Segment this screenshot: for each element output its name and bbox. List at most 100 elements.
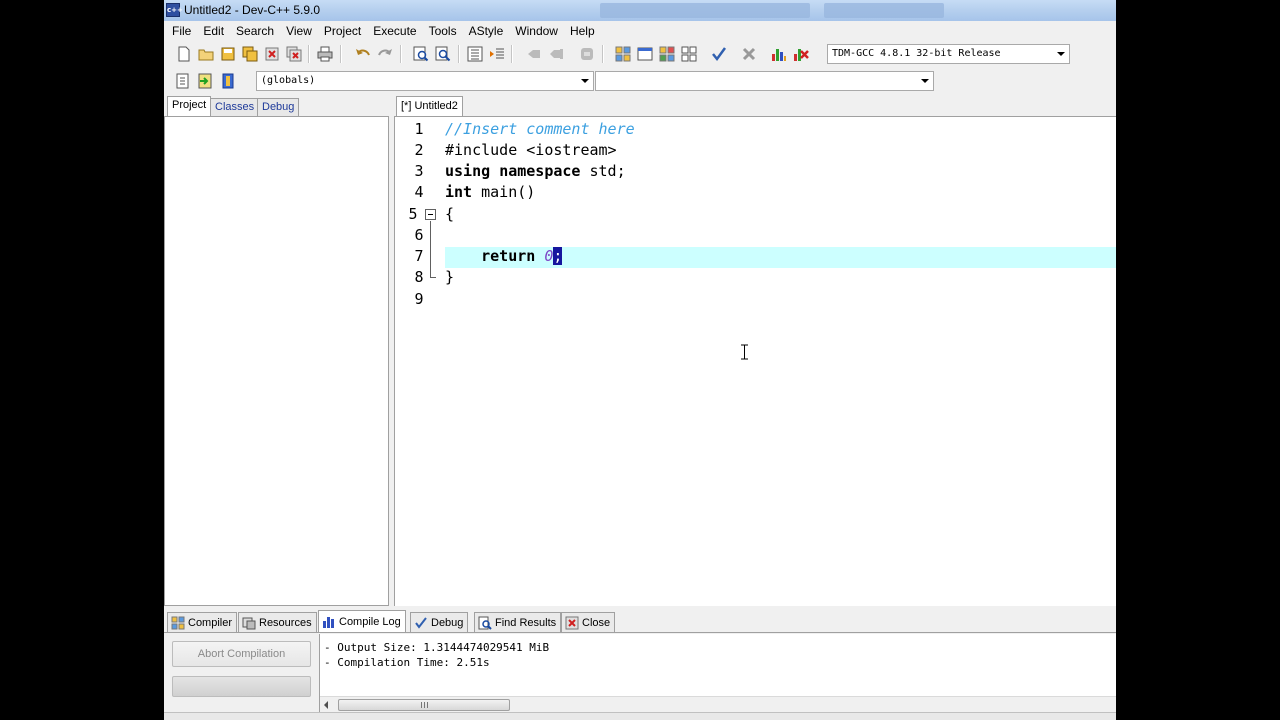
compiler-select-value: TDM-GCC 4.8.1 32-bit Release	[832, 48, 1001, 59]
tab-classes[interactable]: Classes	[210, 98, 260, 116]
menu-execute[interactable]: Execute	[368, 21, 423, 41]
code-keyword: int	[445, 183, 473, 201]
insert-button[interactable]	[173, 71, 193, 91]
replace-button[interactable]	[433, 44, 453, 64]
line-number: 1	[414, 120, 424, 138]
delete-profile-button[interactable]	[791, 44, 811, 64]
new-file-button[interactable]	[174, 44, 194, 64]
line-number: 9	[414, 290, 424, 308]
indent-button[interactable]	[465, 44, 485, 64]
undo-icon	[356, 49, 370, 56]
compile-log-output[interactable]: - Output Size: 1.3144474029541 MiB - Com…	[319, 634, 1116, 712]
code-line-4: int main()	[445, 182, 535, 203]
menu-edit[interactable]: Edit	[198, 21, 231, 41]
tab-compiler-label: Compiler	[188, 616, 233, 629]
tab-compiler[interactable]: Compiler	[167, 612, 238, 632]
open-folder-icon	[198, 49, 214, 61]
fold-collapse-icon[interactable]	[425, 209, 436, 220]
compile-run-icon	[659, 46, 675, 62]
abort-compilation-button[interactable]: Abort Compilation	[172, 641, 311, 667]
toolbar-separator	[340, 45, 342, 63]
redo-button[interactable]	[375, 44, 395, 64]
profile-button[interactable]	[769, 44, 789, 64]
menu-bar: File Edit Search View Project Execute To…	[164, 21, 1116, 41]
open-file-button[interactable]	[196, 44, 216, 64]
member-select[interactable]	[595, 71, 934, 91]
save-button[interactable]	[218, 44, 238, 64]
tab-project[interactable]: Project	[167, 96, 212, 116]
find-icon	[413, 46, 429, 62]
rebuild-all-button[interactable]	[679, 44, 699, 64]
menu-window[interactable]: Window	[510, 21, 565, 41]
stop-x-icon	[742, 47, 756, 61]
bookmark-icon	[550, 49, 563, 59]
arrow-left-icon	[528, 50, 540, 58]
goto-function-button[interactable]	[195, 71, 215, 91]
ibeam-cursor-icon	[741, 344, 748, 360]
menu-project[interactable]: Project	[319, 21, 368, 41]
checkmark-icon	[712, 47, 727, 62]
scope-select-value: (globals)	[261, 75, 316, 86]
secondary-toolbar: (globals)	[164, 68, 1116, 94]
tab-close-label: Close	[582, 616, 611, 629]
menu-view[interactable]: View	[281, 21, 319, 41]
menu-search[interactable]: Search	[231, 21, 281, 41]
tab-resources-label: Resources	[259, 616, 312, 629]
line-number: 6	[414, 226, 424, 244]
tab-debug-left[interactable]: Debug	[257, 98, 300, 116]
chevron-down-icon	[1053, 45, 1069, 63]
devcpp-window: c++ Untitled2 - Dev-C++ 5.9.0 File Edit …	[164, 0, 1116, 720]
menu-tools[interactable]: Tools	[424, 21, 464, 41]
run-button[interactable]	[635, 44, 655, 64]
code-editor[interactable]: 1 2 3 4 5 6 7 8 9 //Insert comment here …	[394, 116, 1116, 606]
tab-compile-log-label: Compile Log	[339, 615, 401, 628]
tab-resources[interactable]: Resources	[238, 612, 317, 632]
compile-button[interactable]	[613, 44, 633, 64]
unindent-button[interactable]	[487, 44, 507, 64]
tab-close[interactable]: Close	[561, 612, 616, 632]
menu-file[interactable]: File	[167, 21, 198, 41]
back-bookmark-button[interactable]	[524, 44, 544, 64]
close-file-button[interactable]	[262, 44, 282, 64]
scrollbar-thumb[interactable]	[338, 699, 510, 711]
scroll-left-icon[interactable]	[324, 701, 328, 709]
compiler-select[interactable]: TDM-GCC 4.8.1 32-bit Release	[827, 44, 1070, 64]
resources-icon	[242, 617, 256, 629]
rebuild-icon	[681, 46, 697, 62]
bookmark-list-button[interactable]	[218, 71, 238, 91]
menu-astyle[interactable]: AStyle	[464, 21, 511, 41]
tab-debug-bottom-label: Debug	[431, 616, 464, 629]
scope-select[interactable]: (globals)	[256, 71, 594, 91]
compile-progress-bar	[172, 676, 311, 697]
forward-bookmark-button[interactable]	[546, 44, 566, 64]
tab-debug-bottom[interactable]: Debug	[410, 612, 469, 632]
tab-untitled2[interactable]: [*] Untitled2	[396, 96, 463, 116]
editor-tabs: [*] Untitled2	[394, 96, 1116, 116]
horizontal-scrollbar[interactable]	[320, 696, 1116, 712]
close-all-icon	[286, 46, 302, 62]
compiler-grid-icon	[171, 616, 185, 629]
tab-compile-log[interactable]: Compile Log	[318, 610, 406, 632]
status-bar	[164, 712, 1116, 720]
tab-find-results[interactable]: Find Results	[474, 612, 562, 632]
find-button[interactable]	[411, 44, 431, 64]
syntax-check-button[interactable]	[709, 44, 729, 64]
code-text: main()	[472, 183, 536, 201]
main-toolbar: TDM-GCC 4.8.1 32-bit Release	[164, 41, 1116, 67]
project-browser-panel[interactable]	[164, 116, 389, 606]
compile-run-button[interactable]	[657, 44, 677, 64]
save-all-button[interactable]	[240, 44, 260, 64]
menu-help[interactable]: Help	[565, 21, 602, 41]
close-icon	[565, 616, 579, 629]
title-bar[interactable]: c++ Untitled2 - Dev-C++ 5.9.0	[164, 0, 1116, 21]
toggle-bookmark-button[interactable]	[577, 44, 597, 64]
stop-execution-button[interactable]	[739, 44, 759, 64]
toolbar-separator	[602, 45, 604, 63]
chevron-down-icon	[577, 72, 593, 90]
code-line-1: //Insert comment here	[445, 119, 635, 140]
close-all-button[interactable]	[284, 44, 304, 64]
undo-button[interactable]	[353, 44, 373, 64]
print-button[interactable]	[315, 44, 335, 64]
replace-icon	[435, 46, 451, 62]
code-keyword: using	[445, 162, 491, 180]
